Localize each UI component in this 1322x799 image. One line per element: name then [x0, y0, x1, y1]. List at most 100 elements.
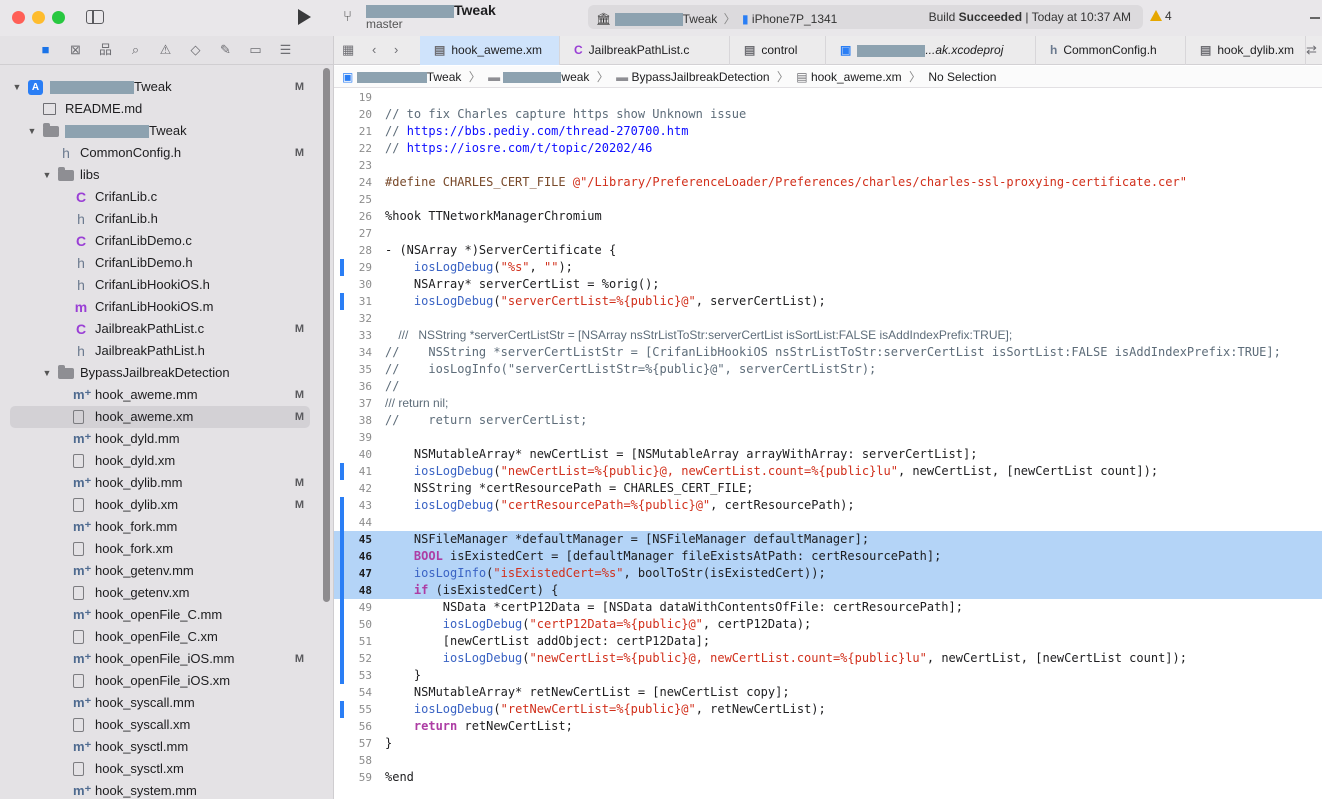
- debug-icon[interactable]: ✎: [218, 43, 233, 57]
- sidebar-item[interactable]: hook_fork.xm: [10, 538, 310, 560]
- code-line[interactable]: 26 %hook TTNetworkManagerChromium: [334, 208, 1322, 225]
- code-line[interactable]: 39: [334, 429, 1322, 446]
- editor-tab[interactable]: h CommonConfig.h: [1036, 36, 1186, 65]
- sidebar-item[interactable]: h JailbreakPathList.h: [10, 340, 310, 362]
- code-line[interactable]: 38 // return serverCertList;: [334, 412, 1322, 429]
- issue-icon[interactable]: ⚠: [158, 43, 173, 57]
- sidebar-item[interactable]: m⁺ hook_system.mm: [10, 780, 310, 799]
- grid-icon[interactable]: ▦: [342, 43, 354, 57]
- scheme-selector[interactable]: 🏛 Tweak 〉 ▮ iPhone7P_1341: [596, 10, 837, 27]
- code-line[interactable]: 25: [334, 191, 1322, 208]
- folder-icon[interactable]: ■: [38, 43, 53, 57]
- code-line[interactable]: 51 [newCertList addObject: certP12Data];: [334, 633, 1322, 650]
- sidebar-item[interactable]: m⁺ hook_getenv.mm: [10, 560, 310, 582]
- code-line[interactable]: 57}: [334, 735, 1322, 752]
- code-line[interactable]: 43 iosLogDebug("certResourcePath=%{publi…: [334, 497, 1322, 514]
- code-line[interactable]: 22 // https://iosre.com/t/topic/20202/46: [334, 140, 1322, 157]
- sidebar-item[interactable]: m⁺ hook_fork.mm: [10, 516, 310, 538]
- code-line[interactable]: 21 // https://bbs.pediy.com/thread-270700…: [334, 123, 1322, 140]
- code-line[interactable]: 55 iosLogDebug("retNewCertList=%{public}…: [334, 701, 1322, 718]
- jumpbar-folder[interactable]: BypassJailbreakDetection: [631, 70, 769, 84]
- sidebar-item[interactable]: README.md: [10, 98, 310, 120]
- code-line[interactable]: 50 iosLogDebug("certP12Data=%{public}@",…: [334, 616, 1322, 633]
- code-line[interactable]: 23: [334, 157, 1322, 174]
- code-line[interactable]: 47 iosLogInfo("isExistedCert=%s", boolTo…: [334, 565, 1322, 582]
- symbol-icon[interactable]: 品: [98, 43, 113, 57]
- code-line[interactable]: 48 if (isExistedCert) {: [334, 582, 1322, 599]
- sidebar-item[interactable]: m⁺ hook_aweme.mm M: [10, 384, 310, 406]
- sidebar-item[interactable]: h CrifanLibDemo.h: [10, 252, 310, 274]
- sidebar-item[interactable]: m⁺ hook_sysctl.mm: [10, 736, 310, 758]
- sidebar-item[interactable]: hook_getenv.xm: [10, 582, 310, 604]
- code-line[interactable]: 31 iosLogDebug("serverCertList=%{public}…: [334, 293, 1322, 310]
- code-line[interactable]: 35 // iosLogInfo("serverCertListStr=%{pub…: [334, 361, 1322, 378]
- back-icon[interactable]: ‹: [372, 43, 376, 57]
- code-line[interactable]: 44: [334, 514, 1322, 531]
- sidebar-item[interactable]: m⁺ hook_dyld.mm: [10, 428, 310, 450]
- code-line[interactable]: 30 NSArray* serverCertList = %orig();: [334, 276, 1322, 293]
- sidebar-item[interactable]: h CrifanLibHookiOS.h: [10, 274, 310, 296]
- test-icon[interactable]: ◇: [188, 43, 203, 57]
- code-line[interactable]: 58: [334, 752, 1322, 769]
- editor-tab[interactable]: ▣ ...ak.xcodeproj: [826, 36, 1036, 65]
- search-icon[interactable]: ⌕: [128, 43, 143, 57]
- sidebar-item[interactable]: m⁺ hook_dylib.mm M: [10, 472, 310, 494]
- sidebar-item[interactable]: hook_openFile_iOS.xm: [10, 670, 310, 692]
- code-line[interactable]: 49 NSData *certP12Data = [NSData dataWit…: [334, 599, 1322, 616]
- sidebar-item[interactable]: hook_dyld.xm: [10, 450, 310, 472]
- jumpbar-file[interactable]: hook_aweme.xm: [811, 70, 902, 84]
- code-line[interactable]: 37 /// return nil;: [334, 395, 1322, 412]
- code-line[interactable]: 19: [334, 89, 1322, 106]
- code-line[interactable]: 54 NSMutableArray* retNewCertList = [new…: [334, 684, 1322, 701]
- code-line[interactable]: 45 NSFileManager *defaultManager = [NSFi…: [334, 531, 1322, 548]
- sidebar-item[interactable]: hook_aweme.xm M: [10, 406, 310, 428]
- code-line[interactable]: 24 #define CHARLES_CERT_FILE @"/Library/P…: [334, 174, 1322, 191]
- code-line[interactable]: 36 //: [334, 378, 1322, 395]
- run-button[interactable]: [298, 9, 311, 25]
- disclosure-triangle-icon[interactable]: ▼: [42, 362, 52, 384]
- minimize-icon[interactable]: [1310, 17, 1320, 19]
- jumpbar-selection[interactable]: No Selection: [928, 70, 996, 84]
- sidebar-item[interactable]: m⁺ hook_syscall.mm: [10, 692, 310, 714]
- minimize-window-button[interactable]: [32, 11, 45, 24]
- editor-tab[interactable]: ▤ hook_aweme.xm: [420, 36, 560, 65]
- sidebar-item[interactable]: ▼ Tweak: [10, 120, 310, 142]
- sidebar-item[interactable]: hook_dylib.xm M: [10, 494, 310, 516]
- code-line[interactable]: 56 return retNewCertList;: [334, 718, 1322, 735]
- code-line[interactable]: 29 iosLogDebug("%s", "");: [334, 259, 1322, 276]
- code-line[interactable]: 27: [334, 225, 1322, 242]
- code-line[interactable]: 41 iosLogDebug("newCertList=%{public}@, …: [334, 463, 1322, 480]
- code-line[interactable]: 33 /// NSString *serverCertListStr = [NS…: [334, 327, 1322, 344]
- sidebar-item[interactable]: C JailbreakPathList.c M: [10, 318, 310, 340]
- report-icon[interactable]: ☰: [278, 43, 293, 57]
- sidebar-item[interactable]: C CrifanLib.c: [10, 186, 310, 208]
- code-area[interactable]: 19 20 // to fix Charles capture https show…: [334, 89, 1322, 799]
- code-line[interactable]: 28 - (NSArray *)ServerCertificate {: [334, 242, 1322, 259]
- sidebar-item[interactable]: m CrifanLibHookiOS.m: [10, 296, 310, 318]
- split-editor-icon[interactable]: ⇄: [1306, 43, 1317, 57]
- sidebar-item[interactable]: h CrifanLib.h: [10, 208, 310, 230]
- code-line[interactable]: 52 iosLogDebug("newCertList=%{public}@, …: [334, 650, 1322, 667]
- sidebar-item[interactable]: hook_syscall.xm: [10, 714, 310, 736]
- sidebar-item[interactable]: m⁺ hook_openFile_iOS.mm M: [10, 648, 310, 670]
- sidebar-item[interactable]: ▼ A Tweak M: [10, 76, 310, 98]
- sidebar-item[interactable]: m⁺ hook_openFile_C.mm: [10, 604, 310, 626]
- disclosure-triangle-icon[interactable]: ▼: [27, 120, 37, 142]
- code-line[interactable]: 40 NSMutableArray* newCertList = [NSMuta…: [334, 446, 1322, 463]
- sidebar-item[interactable]: ▼ libs: [10, 164, 310, 186]
- close-window-button[interactable]: [12, 11, 25, 24]
- code-line[interactable]: 46 BOOL isExistedCert = [defaultManager …: [334, 548, 1322, 565]
- sidebar-scrollbar[interactable]: [323, 68, 330, 602]
- zoom-window-button[interactable]: [52, 11, 65, 24]
- sidebar-toggle-icon[interactable]: [86, 10, 104, 24]
- code-line[interactable]: 59 %end: [334, 769, 1322, 786]
- jumpbar-project[interactable]: Tweak: [427, 70, 462, 84]
- sidebar-item[interactable]: hook_openFile_C.xm: [10, 626, 310, 648]
- code-line[interactable]: 34 // NSString *serverCertListStr = [Crif…: [334, 344, 1322, 361]
- sidebar-item[interactable]: h CommonConfig.h M: [10, 142, 310, 164]
- jumpbar-group[interactable]: weak: [561, 70, 589, 84]
- editor-tab[interactable]: ▤ hook_dylib.xm: [1186, 36, 1306, 65]
- editor-tab[interactable]: ▤ control: [730, 36, 826, 65]
- code-line[interactable]: 20 // to fix Charles capture https show U…: [334, 106, 1322, 123]
- code-line[interactable]: 42 NSString *certResourcePath = CHARLES_…: [334, 480, 1322, 497]
